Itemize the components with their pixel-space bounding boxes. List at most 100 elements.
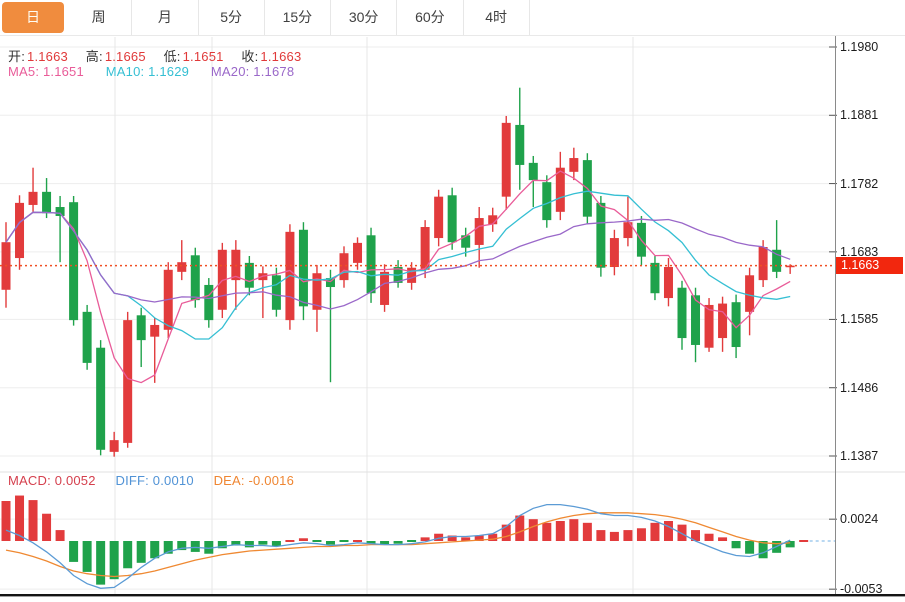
candle-body (340, 253, 349, 280)
candle-body (69, 202, 78, 320)
price-tick-label: 1.1486 (840, 381, 878, 395)
macd-bar (2, 501, 11, 541)
macd-bar (569, 519, 578, 541)
high-value: 1.1665 (105, 49, 146, 64)
price-tick-label: 1.1881 (840, 108, 878, 122)
candle-body (542, 182, 551, 220)
low-value: 1.1651 (183, 49, 224, 64)
candle-body (678, 288, 687, 338)
tab-day[interactable]: 日 (2, 2, 64, 33)
candle-body (272, 275, 281, 309)
forex-daily-chart-app: 日 周 月 5分 15分 30分 60分 4时 开:1.1663 高:1.166… (0, 0, 905, 602)
macd-bar (285, 540, 294, 542)
tab-month[interactable]: 月 (132, 0, 198, 35)
macd-readout: MACD: 0.0052 DIFF: 0.0010 DEA: -0.0016 (8, 473, 294, 488)
tab-30min[interactable]: 30分 (331, 0, 397, 35)
close-value: 1.1663 (260, 49, 301, 64)
macd-bar (29, 500, 38, 541)
macd-value: MACD: 0.0052 (8, 473, 96, 488)
macd-bar (394, 541, 403, 544)
macd-bar (299, 538, 308, 541)
candle-body (245, 263, 254, 288)
candle-body (204, 285, 213, 320)
macd-bar (245, 541, 254, 547)
macd-bar (529, 519, 538, 541)
macd-bar (745, 541, 754, 554)
candle-body (110, 440, 119, 452)
candle-body (353, 243, 362, 263)
candlestick-chart-canvas[interactable] (0, 0, 905, 602)
candle-body (475, 218, 484, 245)
macd-bar (137, 541, 146, 563)
ohlc-readout: 开:1.1663 高:1.1665 低:1.1651 收:1.1663 (8, 46, 301, 65)
candle-body (380, 272, 389, 305)
macd-bar (326, 541, 335, 545)
candle-body (123, 320, 132, 443)
macd-bar (515, 516, 524, 541)
candle-body (705, 305, 714, 348)
timeframe-tabbar: 日 周 月 5分 15分 30分 60分 4时 (0, 0, 905, 36)
macd-bar (732, 541, 741, 548)
macd-bar (705, 534, 714, 541)
macd-bar (110, 541, 119, 579)
macd-tick-label: 0.0024 (840, 512, 878, 526)
macd-bar (678, 525, 687, 541)
candle-body (745, 275, 754, 312)
open-label: 开: (8, 49, 25, 64)
ma-readout: MA5: 1.1651 MA10: 1.1629 MA20: 1.1678 (8, 64, 294, 79)
macd-bar (56, 530, 65, 541)
candle-body (367, 235, 376, 293)
macd-bar (312, 540, 321, 542)
close-label: 收: (241, 49, 258, 64)
tab-5min[interactable]: 5分 (199, 0, 265, 35)
macd-bar (150, 541, 159, 558)
candle-body (650, 263, 659, 293)
tab-60min[interactable]: 60分 (397, 0, 463, 35)
candle-body (664, 267, 673, 298)
candle-body (610, 238, 619, 267)
price-tick-label: 1.1782 (840, 177, 878, 191)
candle-body (177, 262, 186, 272)
macd-bar (556, 521, 565, 541)
candle-body (42, 192, 51, 213)
last-price-badge: 1.1663 (836, 257, 903, 274)
candle-body (407, 268, 416, 283)
ma10-readout: MA10: 1.1629 (106, 64, 189, 79)
macd-tick-label: -0.0053 (840, 582, 882, 596)
macd-bar (191, 541, 200, 552)
candle-body (502, 123, 511, 197)
candle-body (596, 203, 605, 268)
macd-bar (353, 540, 362, 542)
macd-bar (340, 540, 349, 542)
low-label: 低: (164, 49, 181, 64)
macd-bar (610, 532, 619, 541)
candle-body (83, 312, 92, 363)
bottom-border-bar (0, 594, 905, 596)
candle-body (150, 325, 159, 337)
tab-4hour[interactable]: 4时 (464, 0, 530, 35)
macd-bar (623, 530, 632, 541)
candle-body (515, 125, 524, 165)
price-tick-label: 1.1387 (840, 449, 878, 463)
macd-bar (596, 530, 605, 541)
macd-bar (637, 528, 646, 541)
macd-bar (258, 541, 267, 545)
price-tick-label: 1.1585 (840, 312, 878, 326)
candle-body (461, 235, 470, 247)
macd-bar (69, 541, 78, 562)
tab-15min[interactable]: 15分 (265, 0, 331, 35)
macd-bar (542, 523, 551, 541)
candle-body (569, 158, 578, 172)
candle-body (529, 163, 538, 180)
candle-body (556, 168, 565, 212)
macd-bar (83, 541, 92, 572)
diff-value: DIFF: 0.0010 (115, 473, 193, 488)
macd-bar (583, 523, 592, 541)
dea-value: DEA: -0.0016 (214, 473, 294, 488)
candle-body (56, 207, 65, 216)
candle-body (718, 304, 727, 338)
macd-bar (123, 541, 132, 568)
tab-week[interactable]: 周 (66, 0, 132, 35)
macd-bar (407, 540, 416, 542)
candle-body (96, 348, 105, 450)
